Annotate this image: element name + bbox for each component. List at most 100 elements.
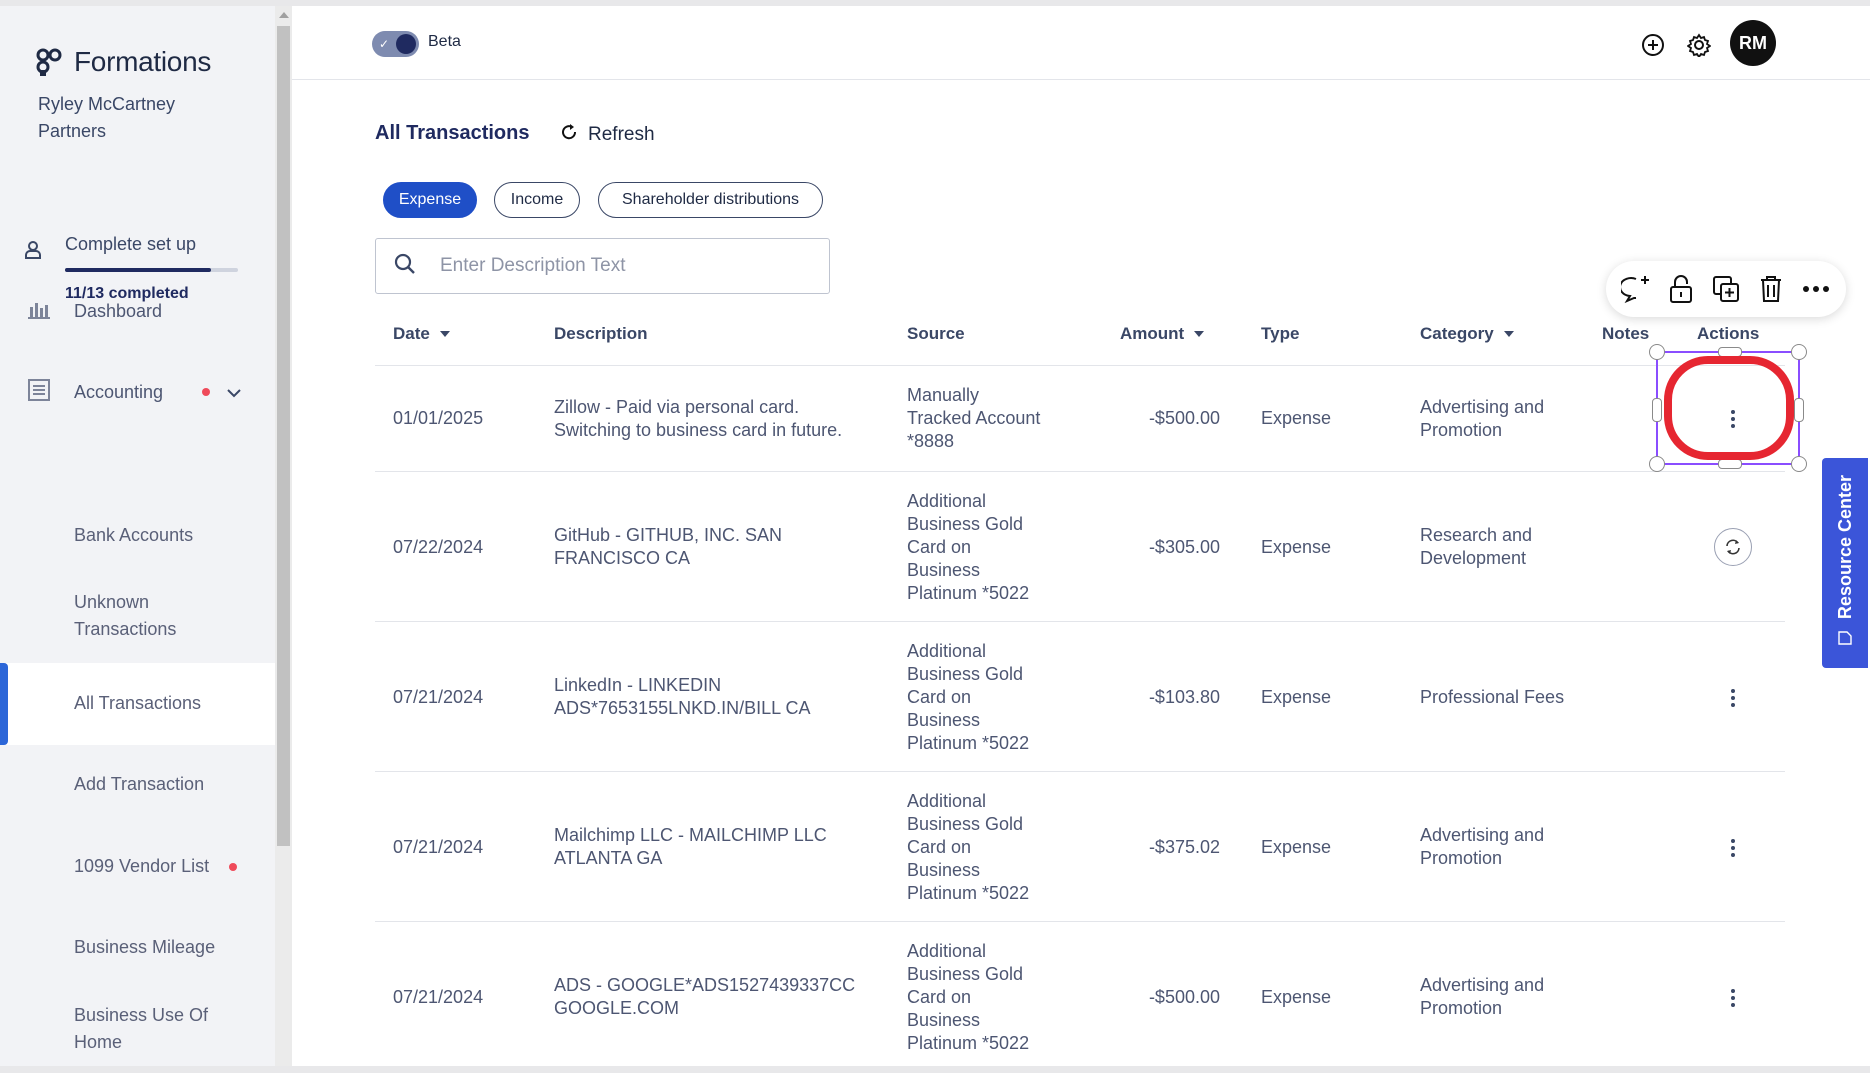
column-label: Description xyxy=(554,324,648,343)
notification-dot xyxy=(229,863,237,871)
cell-date: 07/22/2024 xyxy=(393,537,484,557)
resize-handle[interactable] xyxy=(1718,459,1742,469)
more-icon[interactable] xyxy=(1799,272,1833,306)
cell-date: 01/01/2025 xyxy=(393,408,484,428)
sort-caret-icon xyxy=(1194,331,1205,337)
column-header-description: Description xyxy=(554,324,648,344)
cell-amount: -$103.80 xyxy=(1148,687,1220,707)
sort-caret-icon xyxy=(1503,331,1514,337)
sidebar-item-label: Business Use Of Home xyxy=(74,1005,209,1052)
filter-chip-income[interactable]: Income xyxy=(494,182,580,218)
resize-handle[interactable] xyxy=(1649,456,1665,472)
column-label: Category xyxy=(1420,324,1494,343)
sidebar-item-label: Business Mileage xyxy=(74,937,216,957)
column-header-date[interactable]: Date xyxy=(393,324,450,344)
cell-description: Mailchimp LLC - MAILCHIMP LLC ATLANTA GA xyxy=(554,825,827,868)
cell-category: Research and Development xyxy=(1420,525,1533,568)
cell-source: Manually Tracked Account *8888 xyxy=(907,385,1041,451)
sidebar-item-label: Add Transaction xyxy=(74,774,205,794)
scroll-up-arrow-icon[interactable] xyxy=(279,12,289,18)
sidebar-item-accounting[interactable]: Accounting xyxy=(0,377,275,407)
column-header-type: Type xyxy=(1261,324,1299,344)
cell-description: Zillow - Paid via personal card. Switchi… xyxy=(554,397,843,440)
sidebar-item-all-transactions[interactable]: All Transactions xyxy=(0,663,275,745)
duplicate-icon[interactable] xyxy=(1709,272,1743,306)
annotation-highlight-ring xyxy=(1664,356,1794,460)
cell-description: ADS - GOOGLE*ADS1527439337CC GOOGLE.COM xyxy=(554,975,856,1018)
setup-progress-bar xyxy=(65,268,238,272)
company-name: Ryley McCartney Partners xyxy=(38,94,176,141)
resize-handle[interactable] xyxy=(1649,344,1665,360)
sync-icon[interactable] xyxy=(1714,528,1752,566)
annotation-toolbar xyxy=(1606,261,1846,317)
sidebar-item-dashboard[interactable]: Dashboard xyxy=(0,296,275,326)
column-label: Source xyxy=(907,324,965,343)
sidebar-item-label: Bank Accounts xyxy=(74,525,194,545)
notification-dot xyxy=(202,388,210,396)
cell-category: Professional Fees xyxy=(1420,687,1565,707)
cell-description: LinkedIn - LINKEDIN ADS*7653155LNKD.IN/B… xyxy=(554,675,811,718)
resize-handle[interactable] xyxy=(1794,398,1804,422)
column-label: Amount xyxy=(1120,324,1185,343)
search-box xyxy=(375,238,830,294)
sort-caret-icon xyxy=(439,331,450,337)
cell-category: Advertising and Promotion xyxy=(1420,397,1545,440)
resource-center-tab[interactable]: Resource Center xyxy=(1822,458,1868,668)
sidebar-item-label: 1099 Vendor List xyxy=(74,856,210,876)
column-header-notes: Notes xyxy=(1602,324,1649,344)
main-content: ✓ Beta RM All Transactions Refresh Expen… xyxy=(292,6,1870,1066)
cell-type: Expense xyxy=(1261,687,1332,707)
resize-handle[interactable] xyxy=(1791,344,1807,360)
refresh-button[interactable]: Refresh xyxy=(560,123,655,147)
table-row[interactable]: 07/22/2024 GitHub - GITHUB, INC. SAN FRA… xyxy=(375,472,1785,622)
beta-toggle[interactable]: ✓ xyxy=(372,31,419,57)
filter-chip-shareholder-distributions[interactable]: Shareholder distributions xyxy=(598,182,823,218)
row-actions-kebab-icon[interactable] xyxy=(1718,683,1748,713)
cell-category: Advertising and Promotion xyxy=(1420,975,1545,1018)
filter-chip-expense[interactable]: Expense xyxy=(383,182,477,218)
column-header-source: Source xyxy=(907,324,965,344)
brand-name: Formations xyxy=(74,46,212,77)
trash-icon[interactable] xyxy=(1754,272,1788,306)
column-label: Actions xyxy=(1697,324,1760,343)
cell-source: Additional Business Gold Card on Busines… xyxy=(907,941,1030,1053)
setup-label: Complete set up xyxy=(65,234,197,254)
table-row[interactable]: 01/01/2025 Zillow - Paid via personal ca… xyxy=(375,366,1785,472)
column-header-actions: Actions xyxy=(1697,324,1759,344)
beta-label: Beta xyxy=(428,33,461,50)
cell-type: Expense xyxy=(1261,537,1332,557)
row-actions-kebab-icon[interactable] xyxy=(1718,833,1748,863)
table-row[interactable]: 07/21/2024 LinkedIn - LINKEDIN ADS*76531… xyxy=(375,622,1785,772)
brand[interactable]: Formations xyxy=(36,46,211,78)
active-indicator xyxy=(0,663,8,745)
cell-amount: -$500.00 xyxy=(1148,408,1220,428)
column-header-category[interactable]: Category xyxy=(1420,324,1514,344)
add-comment-icon[interactable] xyxy=(1619,272,1653,306)
column-label: Notes xyxy=(1602,324,1650,343)
toggle-knob xyxy=(396,34,416,54)
add-circle-icon[interactable] xyxy=(1638,30,1668,60)
search-input[interactable] xyxy=(440,255,820,277)
top-bar: ✓ Beta RM xyxy=(292,6,1870,80)
gear-icon[interactable] xyxy=(1684,30,1714,60)
search-icon xyxy=(394,253,416,280)
avatar[interactable]: RM xyxy=(1730,20,1776,66)
sidebar-scrollbar[interactable] xyxy=(275,6,292,1066)
table-row[interactable]: 07/21/2024 Mailchimp LLC - MAILCHIMP LLC… xyxy=(375,772,1785,922)
scrollbar-thumb[interactable] xyxy=(277,26,290,846)
sidebar-item-label: Dashboard xyxy=(74,300,163,321)
sidebar-item-label: All Transactions xyxy=(74,693,202,713)
row-actions-kebab-icon[interactable] xyxy=(1718,983,1748,1013)
resize-handle[interactable] xyxy=(1652,398,1662,422)
check-icon: ✓ xyxy=(379,37,390,51)
resize-handle[interactable] xyxy=(1791,456,1807,472)
cell-category: Advertising and Promotion xyxy=(1420,825,1545,868)
column-header-amount[interactable]: Amount xyxy=(1120,324,1205,344)
table-row[interactable]: 07/21/2024 ADS - GOOGLE*ADS1527439337CC … xyxy=(375,922,1785,1072)
table-header: Date Description Source Amount Type Cate… xyxy=(375,312,1785,366)
ledger-icon xyxy=(28,378,50,406)
cell-source: Additional Business Gold Card on Busines… xyxy=(907,641,1030,753)
unlock-icon[interactable] xyxy=(1664,272,1698,306)
cell-date: 07/21/2024 xyxy=(393,837,484,857)
resource-center-label: Resource Center xyxy=(1834,475,1855,620)
